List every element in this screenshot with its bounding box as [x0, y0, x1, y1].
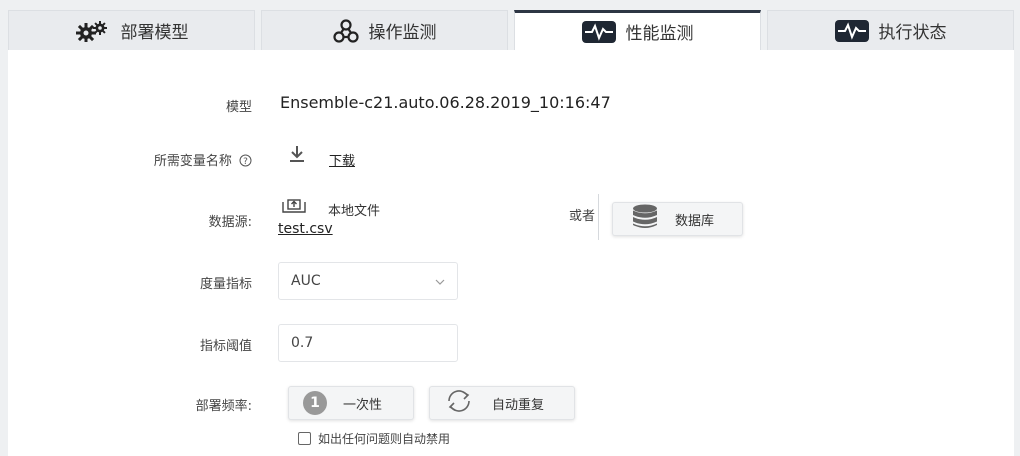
threshold-label: 指标阈值: [199, 339, 252, 354]
refresh-icon: [444, 389, 474, 417]
tab-performance-monitor[interactable]: 性能监测: [514, 10, 761, 50]
metric-select[interactable]: AUC: [278, 262, 458, 300]
tab-deploy-model[interactable]: 部署模型: [8, 10, 255, 50]
auto-disable-label[interactable]: 如出任何问题则自动禁用: [318, 430, 450, 447]
auto-disable-option: 如出任何问题则自动禁用: [298, 430, 450, 447]
model-label: 模型: [225, 100, 252, 115]
tab-label: 部署模型: [120, 23, 189, 43]
frequency-label: 部署频率:: [195, 399, 252, 414]
download-icon[interactable]: [288, 145, 306, 167]
once-button[interactable]: 1 一次性: [288, 386, 414, 420]
required-vars-label: 所需变量名称 ?: [154, 150, 252, 171]
once-label: 一次性: [343, 397, 383, 413]
help-icon[interactable]: ?: [239, 154, 252, 171]
database-button[interactable]: 数据库: [612, 202, 743, 236]
pulse-icon: [834, 19, 869, 42]
chevron-down-icon: [435, 275, 445, 291]
divider: [598, 194, 599, 240]
upload-icon[interactable]: [280, 198, 308, 218]
performance-monitor-panel: 模型 Ensemble-c21.auto.06.28.2019_10:16:47…: [8, 50, 1014, 456]
or-label: 或者: [569, 209, 596, 224]
tab-bar: 部署模型 操作监测 性能监测 执行状态: [8, 10, 1014, 50]
svg-text:?: ?: [243, 157, 248, 167]
gears-icon: [75, 20, 111, 42]
threshold-value: 0.7: [291, 335, 314, 351]
database-icon: [631, 204, 659, 234]
auto-repeat-label: 自动重复: [492, 397, 545, 413]
auto-disable-checkbox[interactable]: [298, 432, 311, 445]
tab-label: 操作监测: [368, 23, 437, 43]
threshold-input[interactable]: 0.7: [278, 324, 458, 362]
auto-repeat-button[interactable]: 自动重复: [429, 386, 575, 420]
datasource-label: 数据源:: [208, 215, 252, 230]
network-icon: [332, 18, 359, 43]
pulse-icon: [581, 20, 616, 43]
database-label: 数据库: [675, 213, 715, 229]
required-vars-text: 所需变量名称: [153, 154, 232, 169]
model-value: Ensemble-c21.auto.06.28.2019_10:16:47: [280, 93, 611, 112]
tab-label: 执行状态: [878, 23, 947, 43]
tab-operation-monitor[interactable]: 操作监测: [261, 10, 508, 50]
tab-label: 性能监测: [625, 24, 694, 44]
tab-execution-status[interactable]: 执行状态: [767, 10, 1014, 50]
local-file-label[interactable]: 本地文件: [328, 200, 380, 219]
file-name-link[interactable]: test.csv: [278, 221, 333, 237]
metric-label: 度量指标: [199, 277, 252, 292]
download-link[interactable]: 下载: [329, 150, 355, 169]
one-icon: 1: [303, 391, 327, 415]
metric-value: AUC: [291, 273, 321, 289]
